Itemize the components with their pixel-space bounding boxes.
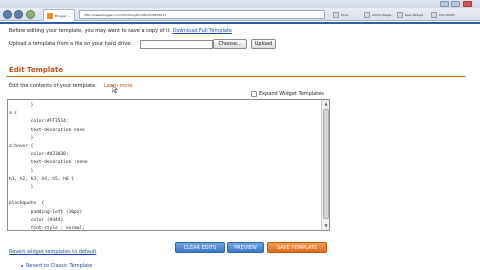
scroll-up-icon[interactable]: ▲ [323, 101, 329, 107]
window-titlebar [0, 0, 480, 8]
new-widget-label: New Widget [405, 12, 424, 17]
tab-title: Blogger: ... [55, 14, 72, 18]
scroll-down-icon[interactable]: ▼ [323, 223, 329, 229]
width-icon [431, 11, 437, 18]
close-button[interactable] [463, 1, 472, 7]
learn-more-link[interactable]: Learn more [104, 83, 133, 89]
blogger-icon [47, 13, 53, 19]
pick-width-label: Pick Width [439, 12, 455, 17]
template-code: } a { color:#FF3514; text-decoration non… [9, 103, 88, 231]
clear-edits-button[interactable]: CLEAR EDITS [175, 242, 225, 253]
edit-description: Edit the contents of your template. [9, 83, 97, 89]
upload-label: Upload a template from a file on your ha… [9, 41, 132, 47]
forward-icon[interactable] [14, 10, 23, 19]
maximize-button[interactable] [451, 1, 460, 7]
download-template-link[interactable]: Download Full Template [173, 28, 232, 34]
upload-button[interactable]: Upload [251, 39, 276, 49]
revert-widgets-link[interactable]: Revert widget templates to default [9, 249, 96, 255]
mouse-cursor-icon [112, 85, 118, 93]
expand-widgets-checkbox[interactable] [251, 91, 257, 97]
widget-icon [397, 11, 403, 18]
section-divider [6, 76, 466, 77]
new-widget-button[interactable]: New Widget [397, 10, 423, 19]
reload-icon[interactable] [26, 10, 35, 19]
browser-tab[interactable]: Blogger: ... [43, 9, 75, 21]
back-icon[interactable] [3, 10, 12, 19]
preview-button[interactable]: PREVIEW [227, 242, 264, 253]
save-template-button[interactable]: SAVE TEMPLATE [267, 242, 327, 253]
admin-pages-button[interactable]: Admin Pages [364, 10, 391, 19]
admin-icon [364, 11, 370, 18]
section-title: Edit Template [9, 66, 64, 74]
header-rule [0, 22, 480, 24]
backup-note-text: Before editing your template, you may wa… [9, 28, 172, 34]
minimize-button[interactable] [440, 1, 449, 7]
tools-label: Tools [341, 12, 349, 17]
file-path-input[interactable] [140, 40, 213, 49]
bullet-icon [21, 265, 23, 267]
template-code-editor[interactable]: } a { color:#FF3514; text-decoration non… [7, 99, 330, 231]
address-bar[interactable]: http://www.blogger.com/html?blogID=48029… [79, 10, 325, 19]
pick-width-button[interactable]: Pick Width [431, 10, 455, 19]
tools-button[interactable]: Tools [333, 10, 348, 19]
scroll-thumb[interactable] [323, 109, 329, 219]
revert-classic-link[interactable]: Revert to Classic Template [26, 263, 92, 269]
backup-note: Before editing your template, you may wa… [9, 28, 232, 34]
admin-pages-label: Admin Pages [372, 12, 392, 17]
expand-widgets-label: Expand Widget Templates [259, 91, 324, 97]
editor-scrollbar[interactable]: ▲ ▼ [321, 100, 329, 230]
browse-button[interactable]: Choose... [213, 39, 247, 49]
url-text: http://www.blogger.com/html?blogID=48029… [84, 13, 167, 17]
tools-icon [333, 11, 339, 18]
